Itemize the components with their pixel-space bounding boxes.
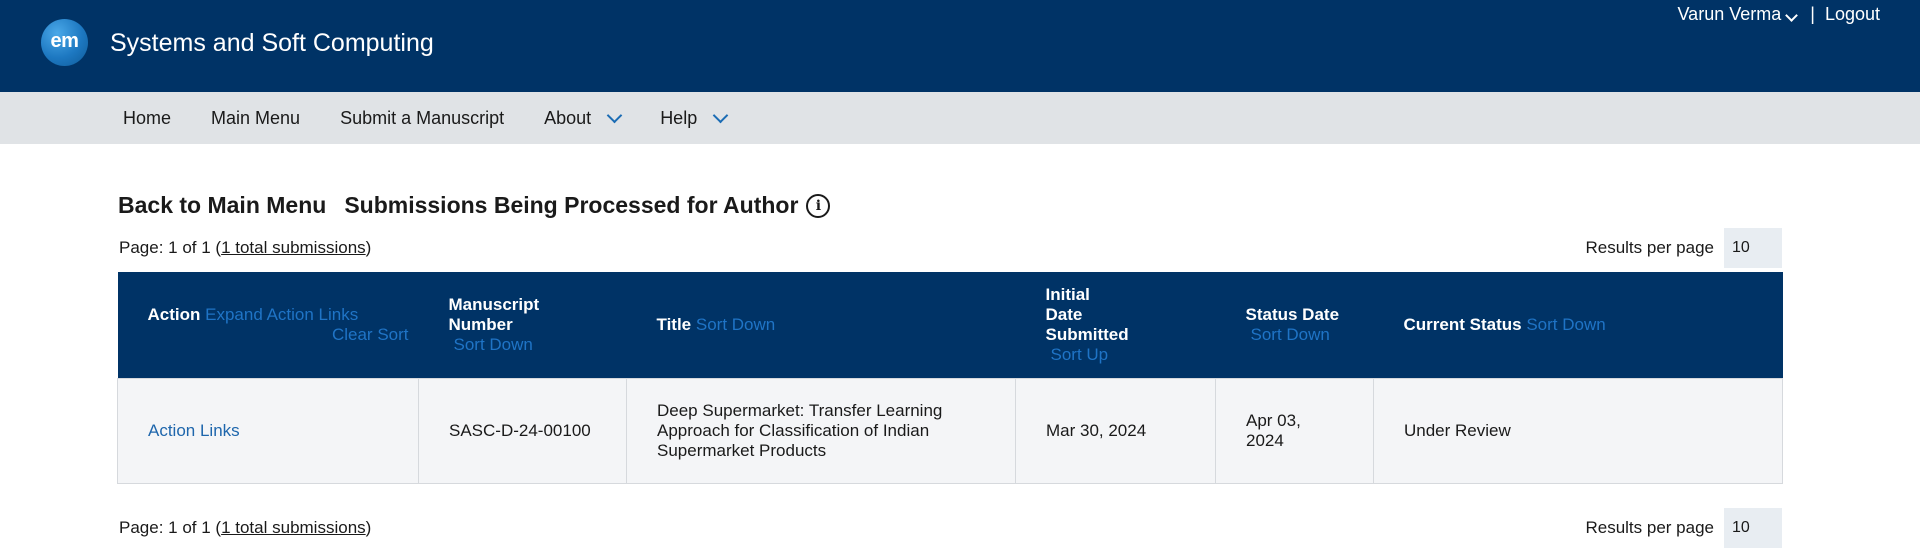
col-action: Action Expand Action Links Clear Sort (117, 272, 419, 378)
nav-help[interactable]: Help (660, 107, 729, 129)
pager-text: Page: 1 of 1 ( (119, 238, 222, 257)
nav-about[interactable]: About (544, 107, 623, 129)
initial-date: Mar 30, 2024 (1015, 377, 1216, 484)
rpp-label: Results per page (1585, 518, 1714, 537)
chevron-down-icon (606, 107, 623, 123)
pager-bottom: Page: 1 of 1 (1 total submissions) (119, 518, 371, 538)
user-name: Varun Verma (1677, 4, 1782, 24)
manuscript-sort-down[interactable]: Sort Down (454, 335, 533, 354)
col-initial-date-label: Initial Date Submitted (1045, 284, 1129, 344)
total-submissions-link[interactable]: 1 total submissions (221, 238, 366, 257)
col-action-label: Action (147, 304, 201, 324)
nav-about-label: About (544, 107, 592, 128)
col-status-date: Status Date Sort Down (1215, 272, 1374, 378)
pager-text-end: ) (365, 518, 372, 537)
pager-top: Page: 1 of 1 (1 total submissions) (119, 238, 371, 258)
col-current-status: Current Status Sort Down (1373, 272, 1783, 378)
manuscript-title-text: Deep Supermarket: Transfer Learning Appr… (657, 400, 943, 460)
nav-submit-label: Submit a Manuscript (340, 107, 505, 128)
col-manuscript-label: Manuscript Number (448, 294, 540, 334)
user-area: Varun Verma | Logout (1678, 4, 1880, 25)
status-date: Apr 03, 2024 (1215, 377, 1374, 484)
nav-submit-manuscript[interactable]: Submit a Manuscript (340, 108, 504, 129)
manuscript-title: Deep Supermarket: Transfer Learning Appr… (626, 377, 1016, 484)
pager-text: Page: 1 of 1 ( (119, 518, 222, 537)
title-sort-down[interactable]: Sort Down (696, 315, 775, 334)
nav-home[interactable]: Home (123, 108, 171, 129)
table-row: Action Links SASC-D-24-00100 Deep Superm… (117, 377, 1783, 484)
nav-home-label: Home (123, 107, 172, 128)
col-status-date-label: Status Date (1245, 304, 1340, 324)
col-title: Title Sort Down (626, 272, 1016, 378)
col-initial-date: Initial Date Submitted Sort Up (1015, 272, 1216, 378)
nav-bar: Home Main Menu Submit a Manuscript About… (0, 92, 1920, 144)
total-submissions-link[interactable]: 1 total submissions (221, 518, 366, 537)
rpp-label: Results per page (1585, 238, 1714, 257)
action-links[interactable]: Action Links (117, 377, 419, 484)
initial-date-sort-up[interactable]: Sort Up (1051, 345, 1109, 364)
col-manuscript-number: Manuscript Number Sort Down (418, 272, 627, 378)
status-date-sort-down[interactable]: Sort Down (1251, 325, 1330, 344)
info-icon[interactable]: i (806, 193, 831, 218)
chevron-down-icon (1785, 9, 1799, 22)
clear-sort-link[interactable]: Clear Sort (332, 325, 409, 344)
top-bar: em Systems and Soft Computing Varun Verm… (0, 0, 1920, 92)
journal-title: Systems and Soft Computing (110, 29, 434, 57)
current-status-sort-down[interactable]: Sort Down (1526, 315, 1605, 334)
table-header-row: Action Expand Action Links Clear Sort Ma… (117, 272, 1783, 378)
col-current-status-label: Current Status (1403, 314, 1522, 334)
user-menu[interactable]: Varun Verma (1677, 4, 1799, 25)
pager-text-end: ) (365, 238, 372, 257)
col-title-label: Title (656, 314, 692, 334)
nav-help-label: Help (660, 107, 698, 128)
nav-main-menu[interactable]: Main Menu (211, 108, 300, 129)
status-date-text: Apr 03, 2024 (1246, 410, 1301, 450)
submissions-table: Action Expand Action Links Clear Sort Ma… (117, 272, 1783, 484)
rpp-select[interactable]: 10 (1724, 508, 1782, 548)
manuscript-number: SASC-D-24-00100 (418, 377, 627, 484)
results-per-page-bottom: Results per page 10 (1585, 508, 1782, 548)
results-per-page-top: Results per page 10 (1585, 228, 1782, 268)
nav-main-menu-label: Main Menu (211, 107, 301, 128)
chevron-down-icon (712, 107, 729, 123)
rpp-select[interactable]: 10 (1724, 228, 1782, 268)
expand-action-links[interactable]: Expand Action Links (205, 305, 358, 324)
logout-link[interactable]: Logout (1825, 4, 1880, 25)
page-heading: Back to Main Menu Submissions Being Proc… (118, 192, 831, 219)
back-to-main-menu-link[interactable]: Back to Main Menu (118, 192, 326, 219)
separator: | (1810, 4, 1815, 24)
current-status: Under Review (1373, 377, 1783, 484)
page-title: Submissions Being Processed for Author (344, 192, 799, 218)
em-logo[interactable]: em (41, 19, 88, 66)
